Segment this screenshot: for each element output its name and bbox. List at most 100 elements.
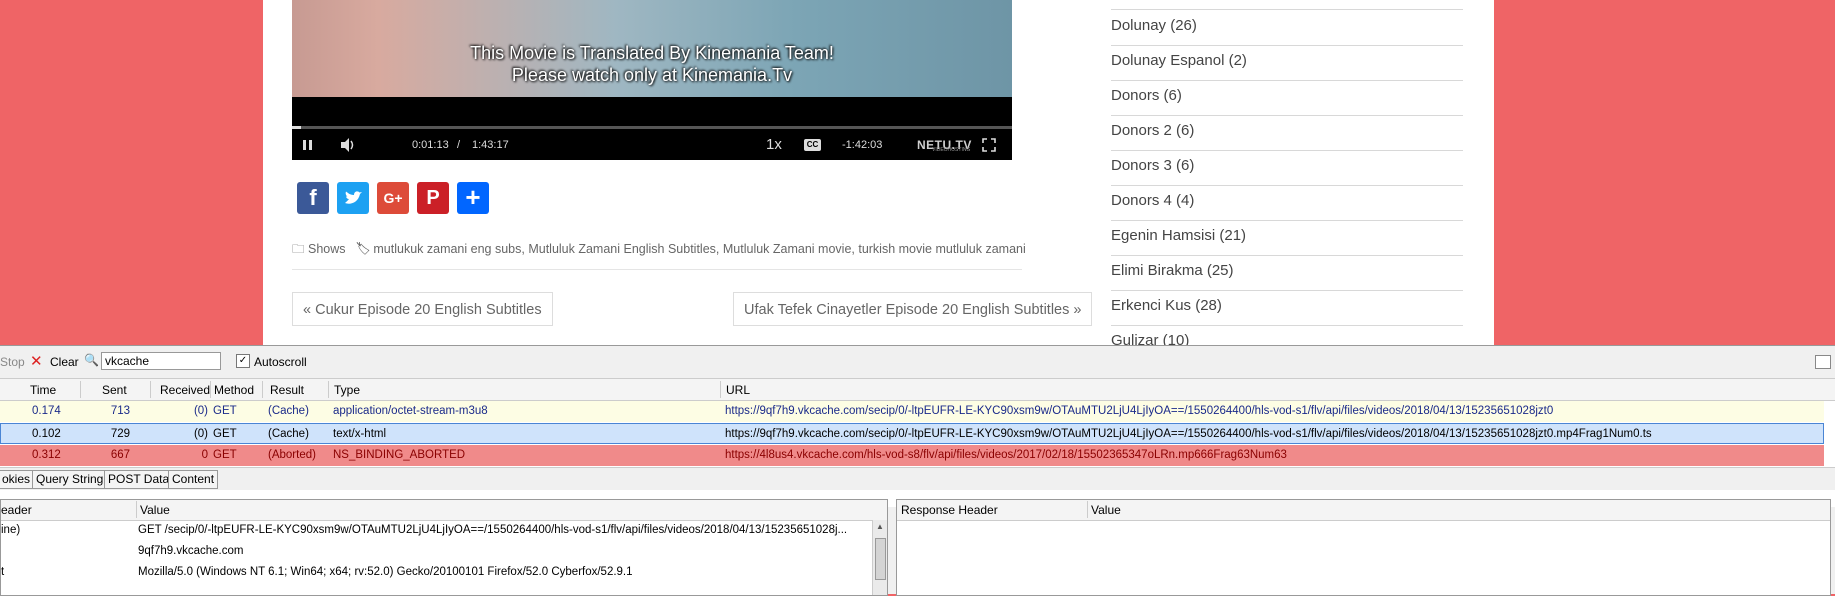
scroll-up-icon[interactable]: ▲ — [876, 522, 884, 531]
cell-time: 0.102 — [32, 428, 61, 440]
autoscroll-checkbox[interactable]: ✓ — [236, 354, 250, 368]
cell-url: https://9qf7h9.vkcache.com/secip/0/-ltpE… — [725, 428, 1652, 440]
cell-received: (0) — [193, 428, 208, 440]
header-row[interactable]: ine) GET /secip/0/-ltpEUFR-LE-KYC90xsm9w… — [1, 520, 871, 541]
tag-icon: 🏷 — [355, 242, 370, 256]
column-header-received[interactable]: Received — [160, 383, 210, 397]
playback-speed-button[interactable]: 1x — [766, 133, 782, 157]
category-item[interactable] — [1111, 0, 1463, 10]
fullscreen-button[interactable] — [982, 133, 1002, 157]
twitter-share-button[interactable] — [337, 182, 369, 214]
column-header-time[interactable]: Time — [30, 383, 56, 397]
window-icon[interactable] — [1815, 355, 1831, 369]
tab-post-data[interactable]: POST Data — [104, 470, 174, 489]
category-item[interactable]: Erkenci Kus (28) — [1111, 291, 1463, 326]
column-header-result[interactable]: Result — [270, 383, 304, 397]
folder-icon: 🗀 — [292, 242, 305, 256]
time-separator: / — [457, 139, 461, 151]
cell-method: GET — [213, 405, 237, 417]
cell-url: https://9qf7h9.vkcache.com/secip/0/-ltpE… — [725, 405, 1554, 417]
category-item[interactable]: Elimi Birakma (25) — [1111, 256, 1463, 291]
cell-result: (Aborted) — [268, 449, 316, 461]
cell-type: application/octet-stream-m3u8 — [333, 405, 488, 417]
tag-link[interactable]: Mutluluk Zamani English Subtitles — [528, 242, 716, 256]
header-row[interactable]: 9qf7h9.vkcache.com — [1, 541, 871, 562]
request-headers-header: eader Value — [1, 500, 887, 521]
current-time: 0:01:13 — [412, 139, 449, 151]
volume-button[interactable] — [340, 133, 360, 157]
cell-type: text/x-html — [333, 428, 387, 440]
google-plus-share-button[interactable]: G+ — [377, 182, 409, 214]
cell-result: (Cache) — [268, 405, 309, 417]
pause-button[interactable] — [302, 133, 322, 157]
panel-toolbar: Stop ✕ Clear 🔍 ✓ Autoscroll — [0, 345, 1835, 379]
header-value: GET /secip/0/-ltpEUFR-LE-KYC90xsm9w/OTAu… — [138, 524, 848, 536]
video-subtitle-line-1: This Movie is Translated By Kinemania Te… — [470, 43, 834, 63]
remaining-time: -1:42:03 — [842, 139, 883, 151]
tag-link[interactable]: mutlukuk zamani eng subs — [373, 242, 521, 256]
tab-content[interactable]: Content — [168, 470, 219, 489]
header-name: t — [1, 566, 5, 578]
category-item[interactable]: Donors 4 (4) — [1111, 186, 1463, 221]
fullscreen-icon — [982, 138, 996, 152]
column-header-value[interactable]: Value — [140, 503, 170, 517]
video-player[interactable]: This Movie is Translated By Kinemania Te… — [292, 0, 1012, 160]
category-item[interactable]: Gulizar (10) — [1111, 326, 1463, 345]
column-header-sent[interactable]: Sent — [102, 383, 127, 397]
add-share-button[interactable]: + — [457, 182, 489, 214]
captions-button[interactable]: CC — [804, 139, 821, 151]
tag-link[interactable]: turkish movie mutluluk zamani — [858, 242, 1025, 256]
video-progress-bar[interactable] — [292, 126, 1012, 129]
header-value: 9qf7h9.vkcache.com — [138, 545, 244, 557]
category-item[interactable]: Dolunay (26) — [1111, 11, 1463, 46]
cell-result: (Cache) — [268, 428, 309, 440]
tab-cookies[interactable]: okies — [0, 470, 35, 489]
pinterest-share-button[interactable]: P — [417, 182, 449, 214]
cell-sent: 667 — [110, 449, 130, 461]
video-progress-fill — [292, 126, 301, 129]
column-header-value[interactable]: Value — [1091, 503, 1121, 517]
cell-url: https://4l8us4.vkcache.com/hls-vod-s8/fl… — [725, 449, 1287, 461]
vertical-scrollbar[interactable]: ▲ — [872, 520, 887, 595]
response-headers-table: Response Header Value — [896, 499, 1831, 596]
pause-icon — [303, 140, 312, 150]
category-item[interactable]: Donors 2 (6) — [1111, 116, 1463, 151]
category-item[interactable]: Donors (6) — [1111, 81, 1463, 116]
column-header-url[interactable]: URL — [726, 383, 750, 397]
cell-received: (0) — [193, 405, 208, 417]
category-item[interactable]: Dolunay Espanol (2) — [1111, 46, 1463, 81]
table-row-selected[interactable]: 0.102 729 (0) GET (Cache) text/x-html ht… — [0, 423, 1824, 444]
tab-query-string[interactable]: Query String — [32, 470, 108, 489]
video-subtitle-line-2: Please watch only at Kinemania.Tv — [511, 65, 793, 85]
netu-logo-subtitle: VIDEOHOSTING — [932, 147, 971, 153]
clear-button[interactable]: Clear — [50, 355, 79, 369]
twitter-icon — [345, 191, 362, 204]
column-header-method[interactable]: Method — [214, 383, 254, 397]
column-header-type[interactable]: Type — [334, 383, 360, 397]
detail-tabs: okies Query String POST Data Content — [0, 467, 1835, 490]
category-item[interactable]: Donors 3 (6) — [1111, 151, 1463, 186]
category-item[interactable]: Egenin Hamsisi (21) — [1111, 221, 1463, 256]
http-monitor-panel: Stop ✕ Clear 🔍 ✓ Autoscroll Time Sent Re… — [0, 345, 1835, 596]
facebook-share-button[interactable]: f — [297, 182, 329, 214]
previous-post-link[interactable]: « Cukur Episode 20 English Subtitles — [292, 292, 553, 326]
stop-button[interactable]: Stop — [0, 355, 25, 369]
tag-link[interactable]: Mutluluk Zamani movie — [723, 242, 852, 256]
response-headers-header: Response Header Value — [897, 500, 1830, 521]
column-header-name[interactable]: eader — [1, 503, 32, 517]
column-header-response-header[interactable]: Response Header — [901, 503, 998, 517]
scrollbar-thumb[interactable] — [875, 538, 886, 580]
search-icon: 🔍 — [84, 353, 99, 367]
table-row[interactable]: 0.174 713 (0) GET (Cache) application/oc… — [0, 401, 1824, 422]
request-headers-table: eader Value ine) GET /secip/0/-ltpEUFR-L… — [0, 499, 888, 596]
category-link[interactable]: Shows — [308, 242, 346, 256]
filter-input[interactable] — [101, 352, 221, 370]
clear-icon[interactable]: ✕ — [30, 352, 43, 370]
table-row[interactable]: 0.312 667 0 GET (Aborted) NS_BINDING_ABO… — [0, 445, 1824, 466]
header-row[interactable]: t Mozilla/5.0 (Windows NT 6.1; Win64; x6… — [1, 562, 871, 583]
cell-type: NS_BINDING_ABORTED — [333, 449, 466, 461]
post-meta: 🗀 Shows 🏷 mutlukuk zamani eng subs, Mutl… — [292, 242, 1026, 256]
website-content: This Movie is Translated By Kinemania Te… — [263, 0, 1494, 345]
next-post-link[interactable]: Ufak Tefek Cinayetler Episode 20 English… — [733, 292, 1093, 326]
header-value: Mozilla/5.0 (Windows NT 6.1; Win64; x64;… — [138, 566, 633, 578]
